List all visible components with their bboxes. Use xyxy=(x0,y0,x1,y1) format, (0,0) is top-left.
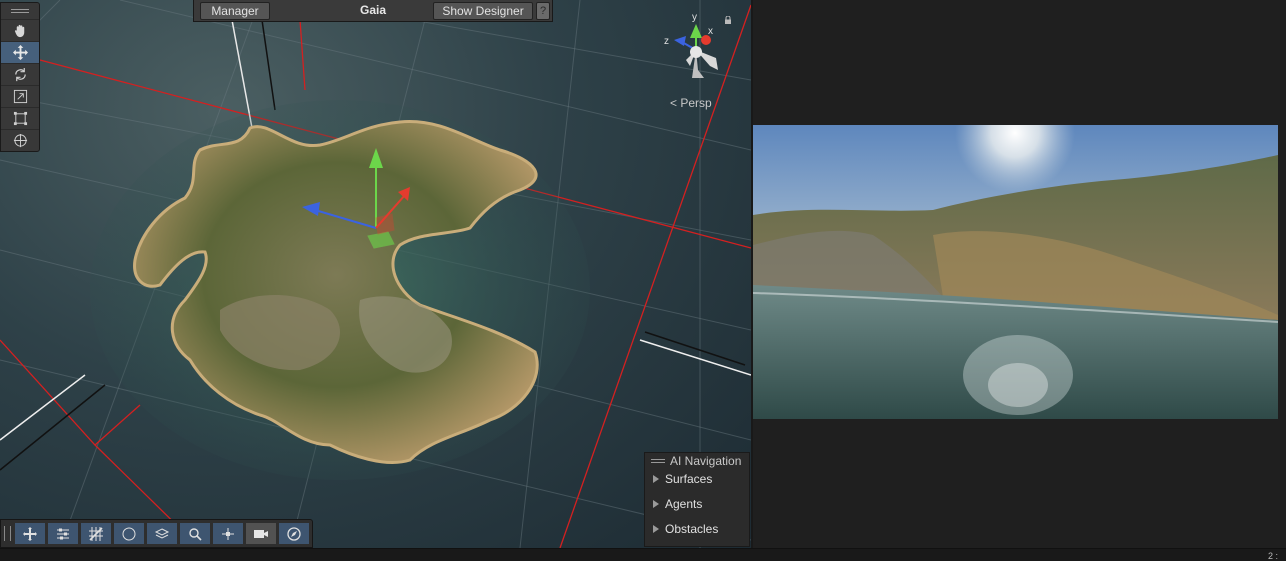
rotate-icon xyxy=(14,67,26,82)
transform-tool[interactable] xyxy=(1,129,39,151)
game-render-image xyxy=(753,125,1278,419)
toolbar-grip[interactable] xyxy=(4,526,11,541)
layers-button[interactable] xyxy=(147,523,177,544)
ai-nav-item-label: Surfaces xyxy=(665,472,713,486)
settings-sliders-icon xyxy=(57,528,69,539)
move-icon xyxy=(12,45,28,60)
axis-label-z: z xyxy=(664,36,669,47)
shading-button[interactable] xyxy=(114,523,144,544)
camera-mode-label[interactable]: < Persp xyxy=(670,96,712,110)
ai-navigation-title: AI Navigation xyxy=(670,454,742,468)
compass-icon xyxy=(287,526,301,541)
axis-label-y: y xyxy=(692,12,697,23)
gaia-toolbar: Manager Gaia Show Designer ? xyxy=(193,0,553,22)
transform-icon xyxy=(13,133,27,148)
camera-icon xyxy=(254,529,268,538)
expand-arrow-icon xyxy=(653,500,659,508)
axis-label-x: x xyxy=(708,26,713,37)
lock-icon[interactable] xyxy=(724,16,732,24)
expand-arrow-icon xyxy=(653,525,659,533)
ai-nav-item-label: Obstacles xyxy=(665,522,719,536)
settings-button[interactable] xyxy=(48,523,78,544)
move-snap-button[interactable] xyxy=(15,523,45,544)
hand-icon xyxy=(14,24,24,38)
ai-nav-item-label: Agents xyxy=(665,497,703,511)
scale-icon xyxy=(13,89,27,104)
expand-arrow-icon xyxy=(653,475,659,483)
camera-mode-text: Persp xyxy=(680,96,712,110)
ai-nav-item-surfaces[interactable]: Surfaces xyxy=(653,472,712,486)
scene-world xyxy=(0,0,751,548)
ai-navigation-grip[interactable] xyxy=(651,459,665,460)
zoom-icon xyxy=(189,527,202,541)
pivot-button[interactable] xyxy=(213,523,243,544)
scene-view[interactable]: Manager Gaia Show Designer ? y z x < Per… xyxy=(0,0,751,548)
ai-navigation-panel: AI Navigation Surfaces Agents Obstacles xyxy=(644,452,750,547)
compass-button[interactable] xyxy=(279,523,309,544)
move-snap-icon xyxy=(23,526,37,541)
status-bar: 2 : xyxy=(0,548,1286,561)
rect-transform-icon xyxy=(13,111,27,126)
layers-icon xyxy=(154,527,170,539)
ai-nav-item-agents[interactable]: Agents xyxy=(653,497,702,511)
coast-render xyxy=(753,125,1278,419)
shading-icon xyxy=(122,527,136,540)
help-button[interactable]: ? xyxy=(536,2,550,20)
rect-tool[interactable] xyxy=(1,107,39,129)
show-designer-button[interactable]: Show Designer xyxy=(433,2,533,20)
move-tool[interactable] xyxy=(1,41,39,63)
scale-tool[interactable] xyxy=(1,85,39,107)
pivot-icon xyxy=(222,527,234,540)
game-view[interactable] xyxy=(753,0,1286,548)
rotate-tool[interactable] xyxy=(1,63,39,85)
tool-palette xyxy=(0,2,40,152)
grid-snap-icon xyxy=(89,526,103,541)
hand-tool[interactable] xyxy=(1,19,39,41)
grid-snap-button[interactable] xyxy=(81,523,111,544)
scene-overlay-toolbar xyxy=(0,519,313,548)
manager-button[interactable]: Manager xyxy=(200,2,270,20)
ai-nav-item-obstacles[interactable]: Obstacles xyxy=(653,522,718,536)
camera-button[interactable] xyxy=(246,523,276,544)
zoom-button[interactable] xyxy=(180,523,210,544)
palette-grip[interactable] xyxy=(1,3,39,19)
